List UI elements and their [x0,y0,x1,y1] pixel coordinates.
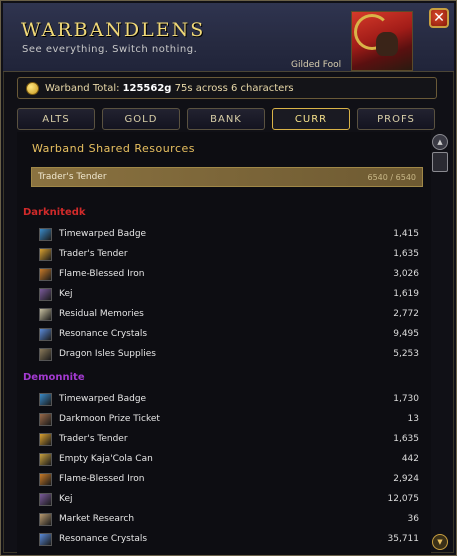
currency-value: 5,253 [393,349,419,359]
currency-value: 442 [401,454,419,464]
shared-resource-name: Trader's Tender [38,172,107,182]
currency-row[interactable]: Kej 12,075 [39,491,419,507]
market-research-icon [39,512,52,526]
dragon-isles-supplies-icon [39,347,52,361]
currency-row[interactable]: Timewarped Badge 1,730 [39,391,419,407]
character-portrait [351,11,413,71]
currency-value: 1,415 [393,229,419,239]
traders-tender-icon [39,432,52,446]
kej-icon [39,287,52,301]
tab-profs[interactable]: PROFS [357,108,435,130]
scroll-down-icon[interactable]: ▼ [432,534,448,550]
app-subtitle: See everything. Switch nothing. [22,44,198,55]
scroll-up-icon[interactable]: ▲ [432,134,448,150]
currency-row[interactable]: Dragon Isles Supplies 5,253 [39,346,419,362]
tab-gold[interactable]: GOLD [102,108,180,130]
tab-curr[interactable]: CURR [272,108,350,130]
close-button[interactable]: ✕ [429,8,449,28]
app-title: WARBANDLENS [21,19,206,41]
currency-row[interactable]: Darkmoon Prize Ticket 13 [39,411,419,427]
currency-value: 1,635 [393,434,419,444]
currency-name: Trader's Tender [59,249,128,259]
flame-blessed-iron-icon [39,472,52,486]
currency-value: 13 [407,414,419,424]
currency-name: Market Research [59,514,135,524]
currency-name: Empty Kaja'Cola Can [59,454,153,464]
currency-name: Kej [59,289,73,299]
warbandlens-window: WARBANDLENS See everything. Switch nothi… [0,0,457,556]
currency-row[interactable]: Trader's Tender 1,635 [39,431,419,447]
currency-value: 2,772 [393,309,419,319]
currency-value: 3,026 [393,269,419,279]
scroll-thumb[interactable] [432,152,448,172]
currency-value: 12,075 [387,494,420,504]
currency-row[interactable]: Kej 1,619 [39,286,419,302]
traders-tender-icon [39,247,52,261]
window-header[interactable]: WARBANDLENS See everything. Switch nothi… [3,3,454,72]
shared-resource-row[interactable]: Trader's Tender 6540 / 6540 [31,167,423,187]
character-header: Demonnite [23,372,85,383]
currency-value: 35,711 [387,534,420,544]
resonance-crystals-icon [39,532,52,546]
warband-total-bar: Warband Total: 125562g 75s across 6 char… [17,77,437,99]
section-title: Warband Shared Resources [32,142,196,155]
currency-row[interactable]: Residual Memories 2,772 [39,306,419,322]
currency-name: Dragon Isles Supplies [59,349,156,359]
currency-value: 2,924 [393,474,419,484]
currency-value: 1,730 [393,394,419,404]
portrait-face [376,32,398,56]
scrollbar[interactable]: ▲ ▼ [431,132,448,555]
currency-row[interactable]: Flame-Blessed Iron 3,026 [39,266,419,282]
currency-value: 1,619 [393,289,419,299]
currency-value: 9,495 [393,329,419,339]
tab-bar: ALTS GOLD BANK CURR PROFS [17,108,435,130]
resonance-crystals-icon [39,327,52,341]
total-rest: 75s across 6 characters [174,82,294,94]
currency-row[interactable]: Flame-Blessed Iron 2,924 [39,471,419,487]
currency-row[interactable]: Timewarped Badge 1,415 [39,226,419,242]
currency-name: Residual Memories [59,309,144,319]
kaja-cola-can-icon [39,452,52,466]
gold-coin-icon [26,81,39,95]
tab-alts[interactable]: ALTS [17,108,95,130]
character-header: Darknitedk [23,207,86,218]
character-name: Gilded Fool [291,60,342,70]
total-gold: 125562g [122,82,172,94]
timewarped-badge-icon [39,392,52,406]
currency-value: 1,635 [393,249,419,259]
currency-name: Kej [59,494,73,504]
flame-blessed-iron-icon [39,267,52,281]
total-prefix: Warband Total: [45,82,120,94]
currency-row[interactable]: Trader's Tender 1,635 [39,246,419,262]
currency-name: Resonance Crystals [59,534,148,544]
shared-resource-qty: 6540 / 6540 [367,172,417,182]
tab-bank[interactable]: BANK [187,108,265,130]
currency-row[interactable]: Empty Kaja'Cola Can 442 [39,451,419,467]
timewarped-badge-icon [39,227,52,241]
currency-name: Trader's Tender [59,434,128,444]
currency-row[interactable]: Resonance Crystals 9,495 [39,326,419,342]
residual-memories-icon [39,307,52,321]
currency-row[interactable]: Resonance Crystals 35,711 [39,531,419,547]
currency-list[interactable]: Warband Shared Resources Trader's Tender… [17,132,431,555]
currency-name: Resonance Crystals [59,329,148,339]
currency-value: 36 [407,514,419,524]
currency-name: Flame-Blessed Iron [59,474,145,484]
currency-name: Timewarped Badge [59,229,147,239]
kej-icon [39,492,52,506]
currency-name: Darkmoon Prize Ticket [59,414,160,424]
currency-name: Timewarped Badge [59,394,147,404]
currency-name: Flame-Blessed Iron [59,269,145,279]
currency-row[interactable]: Market Research 36 [39,511,419,527]
darkmoon-prize-ticket-icon [39,412,52,426]
